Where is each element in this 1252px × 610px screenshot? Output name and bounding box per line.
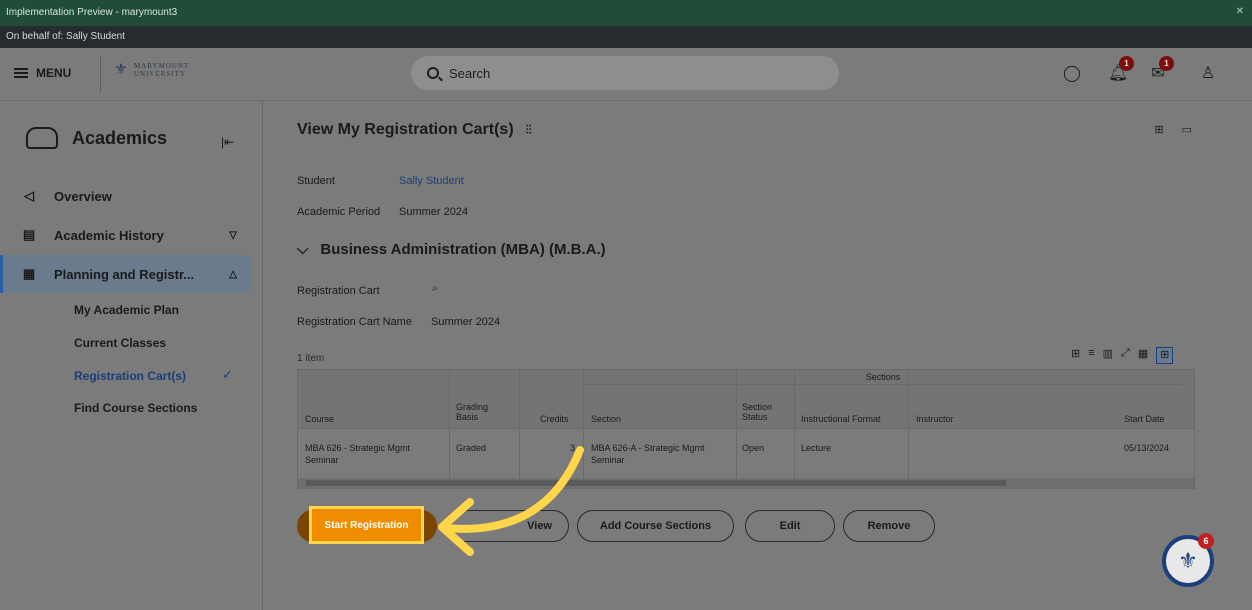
sidebar-subitem-registration-carts[interactable]: Registration Cart(s) [74, 369, 186, 383]
academic-period-value: Summer 2024 [399, 206, 469, 218]
sidebar-item-academic-history[interactable]: ▤ Academic History ▽ [0, 216, 251, 254]
sidebar-item-label: Academic History [54, 227, 164, 243]
notification-badge: 1 [1119, 56, 1134, 71]
inbox-icon[interactable]: ✉︎ 1 [1146, 56, 1174, 86]
help-assistant-button[interactable]: ⚜ 6 [1162, 533, 1214, 587]
cart-name-value: Summer 2024 [431, 316, 501, 328]
registration-cart-label: Registration Cart [297, 285, 380, 297]
logo-line-2: UNIVERSITY [134, 70, 186, 78]
checkmark-icon: ✓ [222, 367, 233, 382]
search-bar[interactable]: Search [411, 56, 839, 90]
sidebar: Academics |⇤ ◁ Overview ▤ Academic Histo… [0, 101, 263, 610]
collapse-sidebar-icon[interactable]: |⇤ [221, 135, 234, 149]
export-icon[interactable]: ⊞ [1071, 347, 1080, 364]
fleur-de-lis-icon: ⚜ [114, 61, 128, 78]
on-behalf-bar: On behalf of: Sally Student [0, 26, 1252, 48]
column-header: Section Status [742, 402, 773, 422]
close-icon[interactable]: ✕ [1236, 6, 1244, 17]
chevron-up-icon: △ [229, 268, 237, 280]
window-title: Implementation Preview - marymount3 [6, 7, 178, 18]
university-logo[interactable]: ⚜ MARYMOUNT UNIVERSITY [112, 61, 189, 79]
filter-icon[interactable]: ≡ [1088, 347, 1094, 364]
remove-button[interactable]: Remove [843, 510, 935, 542]
chevron-down-icon: ⌵ [297, 241, 309, 258]
calendar-icon: ▦ [22, 266, 36, 281]
section-link[interactable]: MBA 626-A - Strategic Mgmt Seminar [591, 442, 731, 466]
item-count: 1 item [297, 353, 325, 364]
sidebar-item-overview[interactable]: ◁ Overview [0, 177, 251, 215]
sidebar-item-planning[interactable]: ▦ Planning and Registr... △ [0, 255, 251, 293]
chevron-down-icon: ▽ [229, 229, 237, 241]
menu-label: MENU [36, 66, 72, 80]
sidebar-item-label: Planning and Registr... [54, 266, 195, 282]
student-label: Student [297, 175, 335, 187]
window-title-bar: Implementation Preview - marymount3 ✕ [0, 0, 1252, 26]
table-group-header: Sections [583, 372, 1183, 385]
academic-period-label: Academic Period [297, 206, 381, 218]
cart-name-label: Registration Cart Name [297, 316, 412, 328]
megaphone-icon: ◁ [24, 188, 34, 203]
graduation-cap-icon [26, 127, 58, 149]
sidebar-subitem-current-classes[interactable]: Current Classes [74, 336, 166, 350]
edit-button[interactable]: Edit [745, 510, 835, 542]
column-header: Section [591, 414, 622, 424]
user-profile-icon[interactable]: ♙ [1196, 62, 1220, 86]
help-badge: 6 [1198, 533, 1214, 549]
hamburger-icon [14, 68, 28, 78]
start-date-cell: 05/13/2024 [1124, 443, 1170, 453]
tutorial-arrow-icon [438, 446, 584, 556]
document-icon: ▤ [22, 227, 36, 242]
page-title: View My Registration Cart(s) ⫶⫶ [297, 121, 532, 138]
fleur-de-lis-icon: ⚜ [1178, 548, 1198, 573]
table-view-icon[interactable]: ▦ [1138, 347, 1148, 364]
grid-view-icon[interactable]: ⊞ [1156, 347, 1174, 364]
column-header: Instructional Format [801, 414, 881, 424]
notifications-icon[interactable]: 🔔︎ 1 [1106, 56, 1134, 86]
related-actions-icon[interactable]: ⫶⫶ [526, 123, 532, 138]
chat-icon[interactable]: ◯ [1060, 62, 1084, 86]
column-header: Instructor [916, 414, 954, 424]
program-section-header[interactable]: ⌵ Business Administration (MBA) (M.B.A.) [297, 241, 606, 258]
table-toolbar: ⊞ ≡ ▥ ⤢ ▦ ⊞ [1071, 347, 1174, 364]
add-course-sections-button[interactable]: Add Course Sections [577, 510, 734, 542]
column-header: Start Date [1124, 414, 1165, 424]
export-icons: ⊞ ▭ [1154, 123, 1192, 136]
column-header: Grading Basis [456, 402, 489, 422]
fullscreen-icon[interactable]: ⤢ [1121, 347, 1130, 364]
inbox-badge: 1 [1159, 56, 1174, 71]
search-placeholder: Search [449, 65, 491, 81]
app-header: MENU ⚜ MARYMOUNT UNIVERSITY Search ◯ 🔔︎ … [0, 48, 1252, 101]
export-pdf-icon[interactable]: ▭ [1182, 123, 1192, 136]
header-divider [100, 56, 101, 92]
logo-line-1: MARYMOUNT [134, 62, 190, 70]
sidebar-item-label: Overview [54, 188, 112, 204]
student-link[interactable]: Sally Student [399, 175, 464, 187]
search-icon [427, 67, 439, 79]
export-excel-icon[interactable]: ⊞ [1154, 123, 1163, 136]
search-icon[interactable]: ⌕ [432, 283, 438, 294]
chart-icon[interactable]: ▥ [1103, 347, 1113, 364]
sidebar-title: Academics [26, 127, 167, 149]
program-title: Business Administration (MBA) (M.B.A.) [320, 241, 606, 258]
on-behalf-text: On behalf of: Sally Student [6, 31, 125, 42]
column-header: Credits [540, 414, 569, 424]
column-header: Course [305, 414, 335, 424]
sidebar-subitem-my-academic-plan[interactable]: My Academic Plan [74, 303, 179, 317]
section-status-cell: Open [742, 443, 765, 453]
menu-button[interactable]: MENU [14, 66, 71, 80]
instructional-format-cell: Lecture [801, 443, 832, 453]
sidebar-subitem-find-course-sections[interactable]: Find Course Sections [74, 401, 197, 415]
